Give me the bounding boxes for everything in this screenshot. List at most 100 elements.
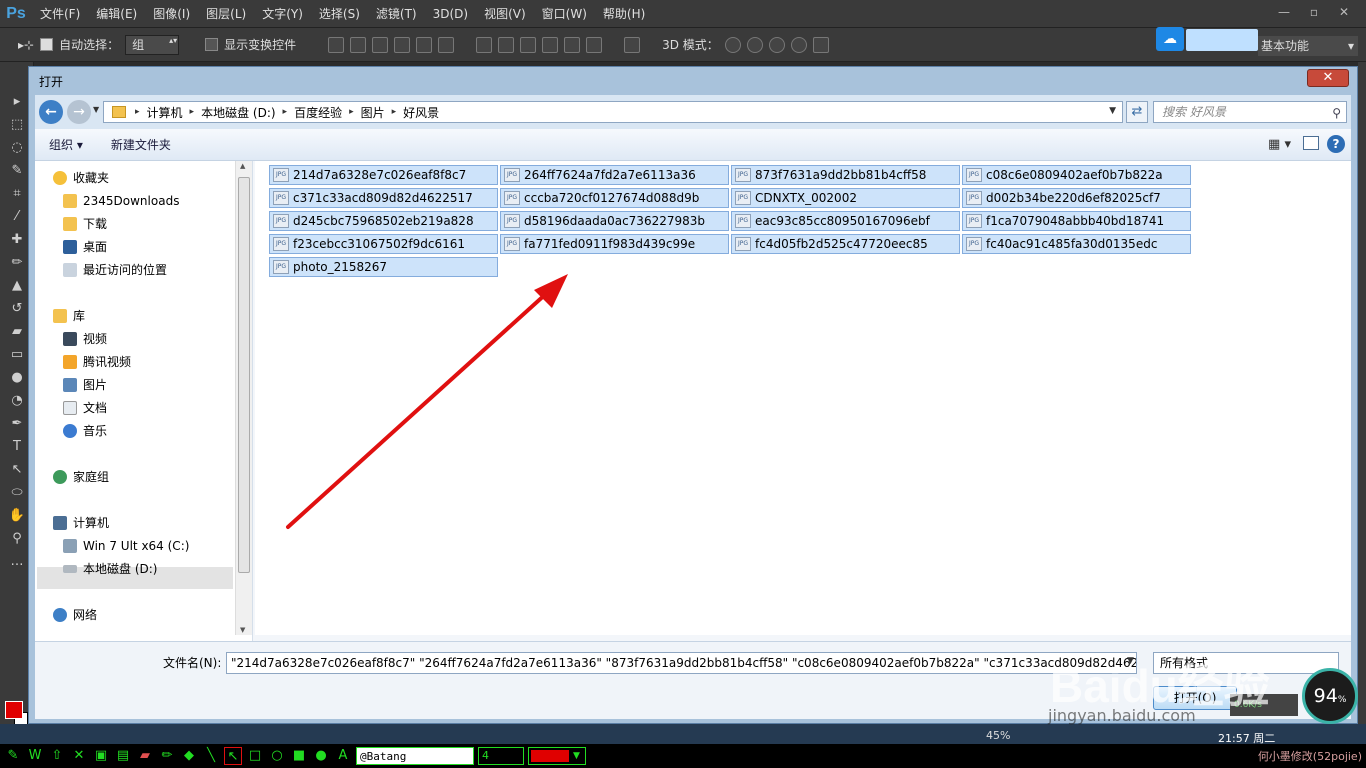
nav-item-drive-c[interactable]: Win 7 Ult x64 (C:) [63, 535, 189, 557]
file-item[interactable]: JPG fc4d05fb2d525c47720eec85 [731, 234, 960, 254]
3d-rotate-icon[interactable] [724, 36, 741, 53]
filename-input[interactable]: "214d7a6328e7c026eaf8f8c7" "264ff7624a7f… [226, 652, 1137, 674]
open-button[interactable]: 打开(O) [1153, 686, 1237, 710]
auto-select-checkbox[interactable] [40, 38, 54, 51]
nav-item-documents[interactable]: 文档 [63, 397, 107, 419]
menu-window[interactable]: 窗口(W) [534, 0, 595, 28]
nav-item-downloads[interactable]: 下载 [63, 213, 107, 235]
nav-item-music[interactable]: 音乐 [63, 420, 107, 442]
3d-slide-icon[interactable] [790, 36, 807, 53]
eraser-icon[interactable]: ▰ [136, 747, 154, 765]
search-input[interactable]: 搜索 好风景 ⚲ [1153, 101, 1347, 123]
file-item[interactable]: JPG 264ff7624a7fd2a7e6113a36 [500, 165, 729, 185]
menu-help[interactable]: 帮助(H) [595, 0, 653, 28]
file-item[interactable]: JPG fa771fed0911f983d439c99e [500, 234, 729, 254]
menu-view[interactable]: 视图(V) [476, 0, 534, 28]
show-transform-checkbox[interactable] [205, 38, 219, 51]
file-item[interactable]: JPG fc40ac91c485fa30d0135edc [962, 234, 1191, 254]
minimize-button[interactable]: — [1272, 4, 1296, 20]
distribute-bottom-icon[interactable] [520, 36, 537, 53]
nav-item-recent[interactable]: 最近访问的位置 [63, 259, 167, 281]
3d-scale-icon[interactable] [812, 36, 829, 53]
3d-drag-icon[interactable] [768, 36, 785, 53]
file-type-dropdown[interactable]: 所有格式 [1153, 652, 1339, 674]
memory-gauge[interactable]: 94% [1302, 668, 1358, 724]
chevron-right-icon[interactable]: ▸ [280, 107, 291, 117]
file-item[interactable]: JPG 873f7631a9dd2bb81b4cff58 [731, 165, 960, 185]
nav-item-tencent-video[interactable]: 腾讯视频 [63, 351, 131, 373]
size-dropdown[interactable]: 4 [478, 747, 524, 765]
new-folder-button[interactable]: 新建文件夹 [97, 136, 185, 153]
nav-network[interactable]: 网络 [53, 604, 97, 626]
nav-item-videos[interactable]: 视频 [63, 328, 107, 350]
nav-homegroup[interactable]: 家庭组 [53, 466, 109, 488]
align-vcenter-icon[interactable] [350, 36, 367, 53]
nav-computer[interactable]: 计算机 [53, 512, 109, 534]
preview-pane-icon[interactable] [1303, 136, 1319, 150]
up-arrow-icon[interactable]: ⇧ [48, 747, 66, 765]
nav-libraries[interactable]: 库 [53, 305, 85, 327]
align-bottom-icon[interactable] [372, 36, 389, 53]
align-top-icon[interactable] [328, 36, 345, 53]
menu-layer[interactable]: 图层(L) [198, 0, 254, 28]
cloud-input[interactable] [1186, 29, 1258, 51]
pencil-icon[interactable]: ✏ [158, 747, 176, 765]
workspace-dropdown[interactable]: 基本功能 [1258, 36, 1358, 56]
file-item[interactable]: JPG c08c6e0809402aef0b7b822a [962, 165, 1191, 185]
file-item[interactable]: JPG c371c33acd809d82d4622517 [269, 188, 498, 208]
menu-3d[interactable]: 3D(D) [425, 0, 476, 28]
close-app-button[interactable]: ✕ [1332, 4, 1356, 20]
menu-type[interactable]: 文字(Y) [254, 0, 311, 28]
align-hcenter-icon[interactable] [416, 36, 433, 53]
file-item[interactable]: JPG 214d7a6328e7c026eaf8f8c7 [269, 165, 498, 185]
close-icon[interactable]: ✕ [70, 747, 88, 765]
chevron-right-icon[interactable]: ▸ [389, 107, 400, 117]
align-left-icon[interactable] [394, 36, 411, 53]
chevron-right-icon[interactable]: ▸ [346, 107, 357, 117]
text-tool-icon[interactable]: A [334, 747, 352, 765]
chevron-right-icon[interactable]: ▸ [187, 107, 198, 117]
file-item[interactable]: JPG eac93c85cc80950167096ebf [731, 211, 960, 231]
auto-select-dropdown[interactable]: 组 [125, 34, 180, 55]
font-dropdown[interactable]: @Batang [356, 747, 474, 765]
file-item[interactable]: JPG f23cebcc31067502f9dc6161 [269, 234, 498, 254]
file-item[interactable]: JPG f1ca7079048abbb40bd18741 [962, 211, 1191, 231]
dialog-close-button[interactable]: ✕ [1307, 69, 1349, 87]
distribute-right-icon[interactable] [586, 36, 603, 53]
arrow-tool-icon[interactable]: ↖ [224, 747, 242, 765]
menu-image[interactable]: 图像(I) [145, 0, 198, 28]
pen-icon[interactable]: ✎ [4, 747, 22, 765]
nav-favorites[interactable]: 收藏夹 [53, 167, 109, 189]
foreground-color-swatch[interactable] [5, 701, 23, 719]
nav-scroll-thumb[interactable] [238, 177, 250, 573]
history-dropdown-icon[interactable]: ▼ [93, 105, 99, 114]
3d-roll-icon[interactable] [746, 36, 763, 53]
line-icon[interactable]: ╲ [202, 747, 220, 765]
distribute-hcenter-icon[interactable] [564, 36, 581, 53]
file-item[interactable]: JPG d245cbc75968502eb219a828 [269, 211, 498, 231]
breadcrumb-scenery[interactable]: 好风景 [399, 104, 443, 121]
refresh-icon[interactable]: ⇄ [1126, 101, 1148, 123]
move-tool-icon[interactable]: ▸⊹ [18, 38, 34, 52]
file-item[interactable]: JPG cccba720cf0127674d088d9b [500, 188, 729, 208]
menu-select[interactable]: 选择(S) [311, 0, 368, 28]
nav-item-desktop[interactable]: 桌面 [63, 236, 107, 258]
help-icon[interactable]: ? [1327, 135, 1345, 153]
scroll-up-icon[interactable]: ▲ [240, 162, 245, 170]
distribute-vcenter-icon[interactable] [498, 36, 515, 53]
nav-scrollbar[interactable]: ▲ ▼ [235, 161, 252, 635]
nav-item-drive-d[interactable]: 本地磁盘 (D:) [63, 558, 157, 580]
address-bar[interactable]: ▸ 计算机 ▸ 本地磁盘 (D:) ▸ 百度经验 ▸ 图片 ▸ 好风景 ▼ [103, 101, 1123, 123]
filled-rectangle-icon[interactable]: ■ [290, 747, 308, 765]
file-item[interactable]: JPG CDNXTX_002002 [731, 188, 960, 208]
view-options-icon[interactable]: ▦ ▾ [1268, 137, 1291, 152]
back-arrow-icon[interactable]: ← [39, 100, 63, 124]
address-dropdown-icon[interactable]: ▼ [1109, 106, 1116, 116]
forward-arrow-icon[interactable]: → [67, 100, 91, 124]
cloud-icon[interactable]: ☁ [1156, 27, 1184, 51]
filled-circle-icon[interactable]: ● [312, 747, 330, 765]
organize-button[interactable]: 组织 ▾ [35, 136, 97, 153]
file-item[interactable]: JPG photo_2158267 [269, 257, 498, 277]
menu-edit[interactable]: 编辑(E) [88, 0, 145, 28]
pen-color-dropdown[interactable]: ▼ [528, 747, 586, 765]
